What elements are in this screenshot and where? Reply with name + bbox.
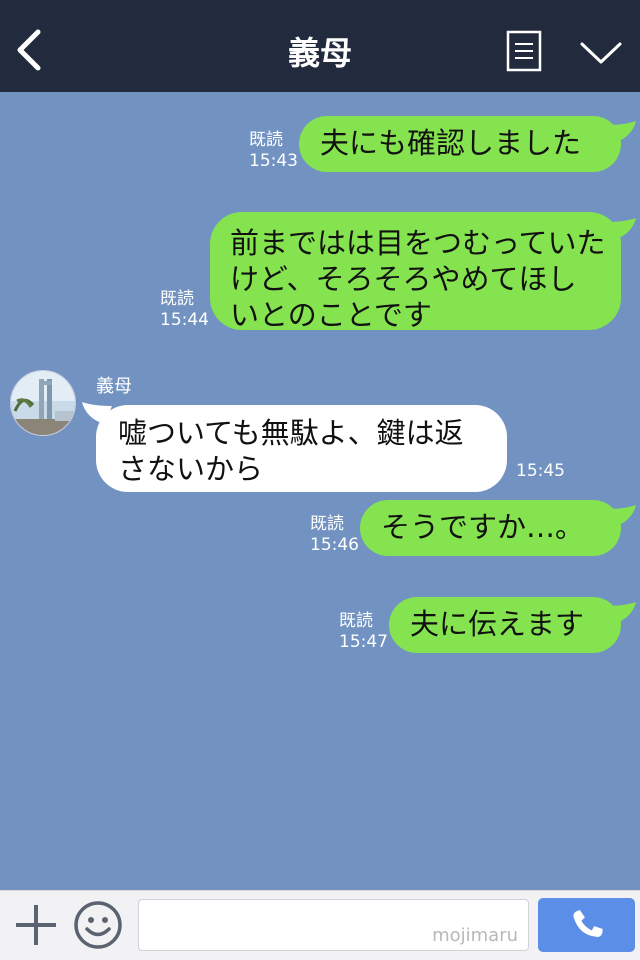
smiley-icon — [74, 901, 122, 949]
phone-icon — [573, 909, 603, 937]
message-text-line: そうですか…。 — [381, 510, 585, 544]
message-time: 15:44 — [160, 310, 209, 330]
avatar-photo — [11, 371, 75, 435]
bubble-tail — [606, 505, 636, 527]
sender-name: 義母 — [96, 376, 132, 397]
avatar[interactable] — [10, 370, 76, 436]
message-bubble[interactable]: 夫にも確認しました — [299, 116, 621, 172]
message-time: 15:47 — [339, 632, 388, 652]
message-meta: 既読 15:46 — [310, 514, 359, 556]
chat-header: 義母 — [0, 0, 640, 92]
notes-icon — [506, 30, 542, 72]
notes-button[interactable] — [505, 30, 543, 72]
watermark: mojimaru — [432, 925, 518, 946]
message-bubble[interactable]: 前まではは目をつむっていた けど、そろそろやめてほし いとのことです — [210, 212, 621, 332]
message-input[interactable]: mojimaru — [138, 899, 529, 951]
call-button[interactable] — [538, 898, 635, 952]
message-text-line: 前まではは目をつむっていた — [230, 226, 606, 260]
message-bubble[interactable]: 夫に伝えます — [389, 597, 621, 653]
message-bubble[interactable]: 嘘ついても無駄よ、鍵は返 さないから — [96, 405, 507, 492]
chevron-down-icon — [580, 42, 622, 64]
message-text-line: けど、そろそろやめてほし — [230, 262, 577, 296]
add-button[interactable] — [14, 903, 58, 947]
dropdown-button[interactable] — [578, 36, 624, 68]
read-receipt: 既読 — [160, 289, 194, 309]
bubble-tail — [606, 602, 636, 624]
message-bubble[interactable]: そうですか…。 — [360, 500, 621, 556]
bubble-tail — [606, 121, 636, 143]
plus-icon — [16, 905, 56, 945]
chat-title: 義母 — [287, 34, 352, 72]
input-bar: mojimaru — [0, 890, 640, 960]
emoji-button[interactable] — [73, 900, 123, 950]
message-text-line: いとのことです — [230, 298, 432, 332]
read-receipt: 既読 — [339, 611, 373, 631]
read-receipt: 既読 — [310, 514, 344, 534]
message-text-line: 嘘ついても無駄よ、鍵は返 — [118, 416, 464, 450]
message-text-line: 夫にも確認しました — [320, 126, 582, 160]
message-time: 15:46 — [310, 535, 359, 555]
message-meta: 既読 15:44 — [160, 289, 209, 331]
message-text-line: さないから — [118, 452, 264, 486]
read-receipt: 既読 — [249, 130, 283, 150]
message-meta: 既読 15:47 — [339, 611, 388, 653]
chat-area[interactable]: 既読 15:43 夫にも確認しました 既読 15:44 前まではは目をつむってい… — [0, 92, 640, 890]
message-time: 15:43 — [249, 151, 298, 171]
message-meta: 既読 15:43 — [249, 130, 298, 172]
bubble-tail — [606, 218, 636, 240]
message-text-line: 夫に伝えます — [410, 607, 585, 641]
message-time: 15:45 — [516, 461, 565, 481]
